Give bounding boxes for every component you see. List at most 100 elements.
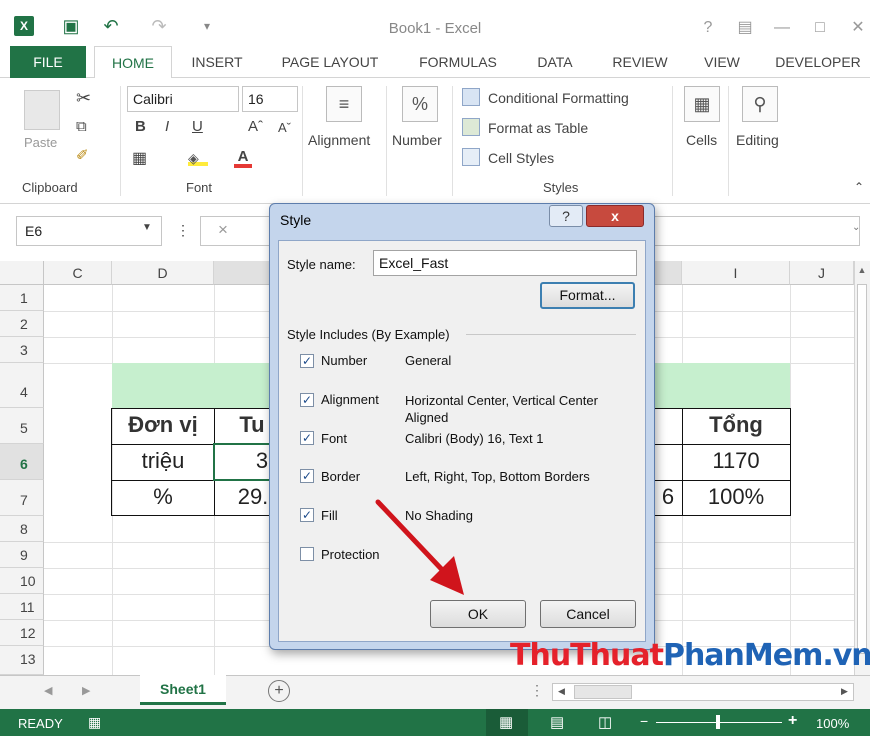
prev-sheet-icon[interactable]: ◀ [44,684,52,697]
cell-e5[interactable]: Tu [232,412,272,438]
page-break-view-icon[interactable]: ◫ [598,713,612,731]
cells-button[interactable]: Cells [686,132,717,148]
tab-view[interactable]: VIEW [694,46,750,78]
next-sheet-icon[interactable]: ▶ [82,684,90,697]
macro-record-icon[interactable]: ▦ [88,714,101,731]
font-option-label[interactable]: Font [321,431,347,446]
row-header[interactable]: 13 [0,646,44,675]
cell-i5[interactable]: Tổng [682,412,790,438]
border-checkbox[interactable]: ✓ [300,469,314,483]
column-header-d[interactable]: D [112,261,214,285]
cancel-button[interactable]: Cancel [540,600,636,628]
scroll-left-icon[interactable]: ◀ [558,686,565,697]
tab-data[interactable]: DATA [524,46,586,78]
protection-checkbox[interactable] [300,547,314,561]
save-icon[interactable]: ▣ [60,16,82,36]
format-as-table-button[interactable]: Format as Table [488,120,588,136]
row-header[interactable]: 12 [0,620,44,646]
page-layout-view-icon[interactable]: ▤ [550,713,564,731]
copy-icon[interactable]: ⧉ [76,118,87,135]
close-icon[interactable]: ✕ [846,18,870,38]
tab-review[interactable]: REVIEW [600,46,680,78]
cut-icon[interactable]: ✂ [76,88,91,109]
cell-d6[interactable]: triệu [112,448,214,474]
editing-button[interactable]: Editing [736,132,779,148]
borders-icon[interactable]: ▦ [132,148,147,168]
column-header-c[interactable]: C [44,261,112,285]
style-name-input[interactable]: Excel_Fast [373,250,637,276]
row-header[interactable]: 1 [0,285,44,311]
undo-icon[interactable]: ↶ [100,16,122,36]
row-header[interactable]: 9 [0,542,44,568]
font-checkbox[interactable]: ✓ [300,431,314,445]
cell-d7[interactable]: % [112,484,214,510]
cells-icon[interactable]: ▦ [684,86,720,122]
column-header-i[interactable]: I [682,261,790,285]
dialog-help-button[interactable]: ? [549,205,583,227]
editing-icon[interactable]: ⚲ [742,86,778,122]
zoom-slider-thumb[interactable] [716,715,720,729]
paste-icon[interactable] [24,90,60,130]
underline-button[interactable]: U [192,118,203,135]
scroll-right-icon[interactable]: ▶ [841,686,848,697]
cell-i7[interactable]: 100% [682,484,790,510]
row-header[interactable]: 2 [0,311,44,337]
cell-h7[interactable]: 6 [655,484,681,510]
fill-color-icon[interactable]: ◈ [188,150,208,166]
alignment-icon[interactable]: ≡ [326,86,362,122]
redo-icon[interactable]: ↷ [148,16,170,36]
tab-page-layout[interactable]: PAGE LAYOUT [268,46,392,78]
cancel-entry-button[interactable]: × [218,220,228,240]
font-name-select[interactable]: Calibri [127,86,239,112]
scroll-up-icon[interactable]: ▲ [856,265,868,277]
minimize-icon[interactable]: — [770,18,794,38]
zoom-in-button[interactable]: + [788,712,797,730]
dialog-close-button[interactable]: x [586,205,644,227]
tab-home[interactable]: HOME [94,46,172,79]
fill-checkbox[interactable]: ✓ [300,508,314,522]
customize-qat-icon[interactable]: ▾ [196,16,218,36]
alignment-option-label[interactable]: Alignment [321,392,379,407]
border-option-label[interactable]: Border [321,469,360,484]
select-all-corner[interactable] [0,261,44,285]
row-header[interactable]: 7 [0,480,44,516]
number-button[interactable]: Number [392,132,442,148]
ribbon-display-icon[interactable]: ▤ [733,18,757,38]
zoom-level[interactable]: 100% [816,716,849,731]
font-size-select[interactable]: 16 [242,86,298,112]
alignment-checkbox[interactable]: ✓ [300,393,314,407]
zoom-out-button[interactable]: − [640,713,648,729]
maximize-icon[interactable]: □ [808,18,832,38]
tab-file[interactable]: FILE [10,46,86,78]
conditional-formatting-button[interactable]: Conditional Formatting [488,90,629,106]
row-header[interactable]: 10 [0,568,44,594]
grow-font-icon[interactable]: Aˆ [248,118,263,135]
tab-developer[interactable]: DEVELOPER [768,46,868,78]
number-format-icon[interactable]: % [402,86,438,122]
italic-button[interactable]: I [165,118,169,135]
shrink-font-icon[interactable]: Aˇ [278,120,291,135]
cell-e7[interactable]: 29. [234,484,272,510]
row-header[interactable]: 3 [0,337,44,363]
name-box-dropdown-icon[interactable]: ▼ [142,222,152,233]
row-header[interactable]: 8 [0,516,44,542]
number-option-label[interactable]: Number [321,353,367,368]
tab-split-handle-icon[interactable]: ⋮ [530,682,544,699]
number-checkbox[interactable]: ✓ [300,354,314,368]
row-header[interactable]: 4 [0,363,44,408]
row-header[interactable]: 5 [0,408,44,444]
cell-i6[interactable]: 1170 [682,448,790,474]
tab-insert[interactable]: INSERT [180,46,254,78]
row-header[interactable]: 11 [0,594,44,620]
sheet-tab-sheet1[interactable]: Sheet1 [140,675,226,705]
format-button[interactable]: Format... [540,282,635,309]
cell-styles-button[interactable]: Cell Styles [488,150,554,166]
alignment-button[interactable]: Alignment [308,132,370,148]
font-color-icon[interactable]: A [234,148,252,168]
format-painter-icon[interactable]: ✐ [76,146,89,164]
vertical-scroll-thumb[interactable] [857,284,867,654]
fill-option-label[interactable]: Fill [321,508,338,523]
add-sheet-button[interactable]: + [268,680,290,702]
collapse-ribbon-icon[interactable]: ⌃ [854,180,864,194]
help-icon[interactable]: ? [696,18,720,38]
